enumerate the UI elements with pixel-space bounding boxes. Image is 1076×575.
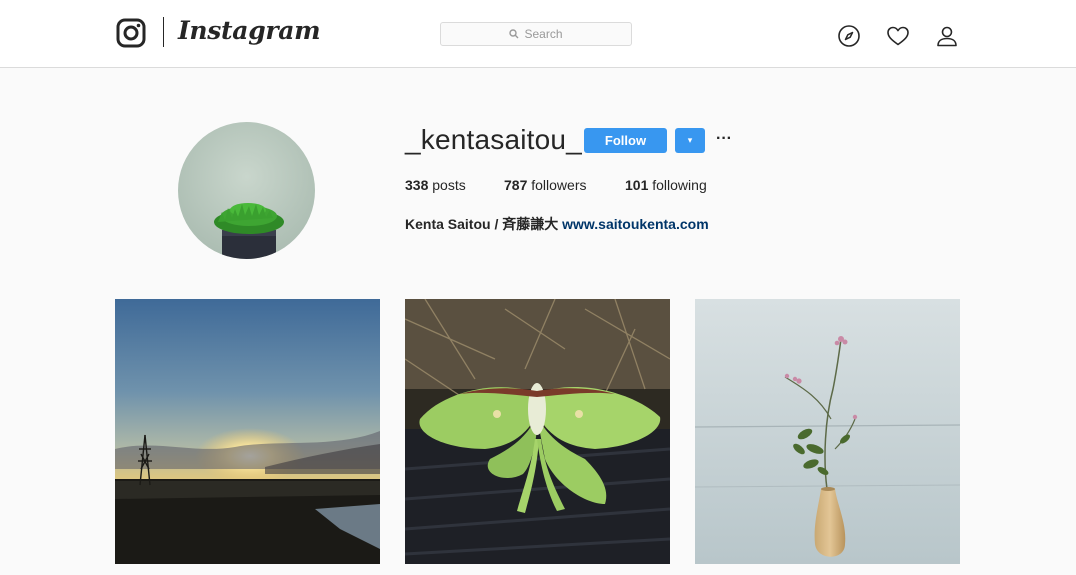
instagram-glyph-icon[interactable] — [116, 18, 146, 48]
more-options-button[interactable]: ··· — [715, 128, 733, 153]
followers-count: 787 — [504, 177, 528, 193]
bio-website-link[interactable]: www.saitoukenta.com — [562, 216, 709, 232]
posts-stat: 338 posts — [405, 177, 466, 193]
top-nav: Instagram Search — [0, 0, 1076, 68]
profile-bio: Kenta Saitou / 斉藤謙大 www.saitoukenta.com — [405, 214, 709, 234]
profile-username: _kentasaitou_ — [405, 124, 582, 155]
following-stat[interactable]: 101 following — [625, 177, 707, 193]
suggestions-dropdown-button[interactable]: ▾ — [675, 128, 705, 153]
following-count: 101 — [625, 177, 649, 193]
person-icon[interactable] — [935, 24, 959, 48]
search-input[interactable]: Search — [440, 22, 632, 46]
followers-stat[interactable]: 787 followers — [504, 177, 587, 193]
post-thumbnail-flower-vase[interactable] — [695, 299, 960, 564]
posts-count: 338 — [405, 177, 429, 193]
explore-compass-icon[interactable] — [837, 24, 861, 48]
search-placeholder: Search — [524, 27, 563, 41]
search-icon — [509, 29, 519, 39]
post-thumbnail-luna-moth[interactable] — [405, 299, 670, 564]
logo-divider — [163, 17, 164, 47]
profile-avatar[interactable] — [178, 122, 315, 259]
posts-label: posts — [432, 177, 466, 193]
post-thumbnail-sunset[interactable] — [115, 299, 380, 564]
following-label: following — [652, 177, 707, 193]
instagram-wordmark[interactable]: Instagram — [178, 16, 321, 45]
followers-label: followers — [531, 177, 587, 193]
bio-name: Kenta Saitou / 斉藤謙大 — [405, 216, 559, 232]
heart-icon[interactable] — [886, 24, 910, 48]
follow-button[interactable]: Follow — [584, 128, 667, 153]
